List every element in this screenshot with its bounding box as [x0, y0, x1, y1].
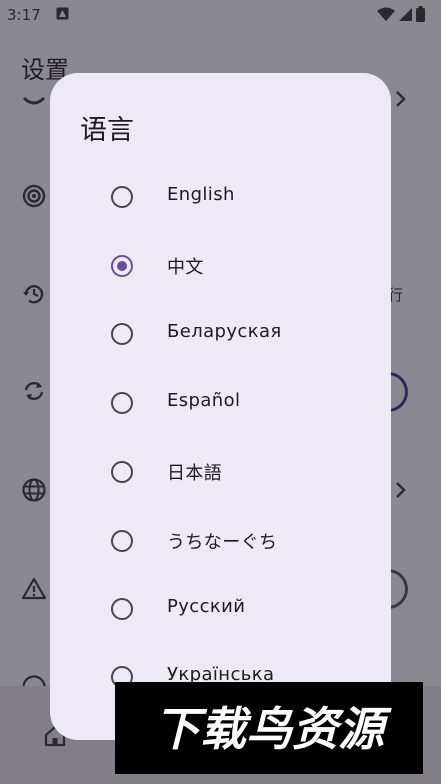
radio-button[interactable] [111, 598, 133, 620]
sync-icon[interactable] [21, 378, 47, 404]
history-icon[interactable] [21, 281, 47, 307]
language-option-label: English [167, 184, 235, 205]
watermark-text: 下载鸟资源 [154, 702, 392, 756]
warning-icon[interactable] [21, 576, 47, 602]
language-option-english[interactable]: English [50, 167, 391, 227]
language-option-label: Беларуская [167, 321, 282, 342]
settings-item-icon [22, 96, 46, 105]
wifi-icon [377, 7, 395, 21]
language-option-label: 日本語 [167, 463, 223, 484]
language-option-spanish[interactable]: Español [50, 373, 391, 433]
radio-button[interactable] [111, 461, 133, 483]
system-icons [377, 6, 425, 22]
language-option-russian[interactable]: Русский [50, 579, 391, 639]
language-option-label: Русский [167, 596, 246, 617]
radio-button[interactable] [111, 323, 133, 345]
radio-button[interactable] [111, 186, 133, 208]
watermark-logo: 下载鸟资源 [154, 702, 392, 756]
language-option-chinese[interactable]: 中文 [50, 236, 391, 296]
language-option-label: 中文 [167, 257, 204, 278]
podcast-icon[interactable] [21, 183, 47, 209]
globe-icon[interactable] [21, 477, 47, 503]
radio-button[interactable] [111, 392, 133, 414]
language-option-label: Español [167, 390, 241, 411]
dialog-title: 语言 [80, 115, 134, 146]
signal-icon [399, 7, 412, 21]
status-bar: 3:17 [0, 0, 441, 30]
status-time: 3:17 [7, 6, 41, 24]
notification-icon [56, 7, 69, 20]
language-option-okinawan[interactable]: うちなーぐち [50, 511, 391, 571]
language-option-belarusian[interactable]: Беларуская [50, 304, 391, 364]
chevron-right-icon [396, 482, 406, 498]
language-option-japanese[interactable]: 日本語 [50, 442, 391, 502]
battery-icon [416, 6, 425, 22]
radio-button-selected[interactable] [111, 255, 133, 277]
language-dialog: 语言 English 中文 Беларуская Español 日本語 うちな… [50, 73, 391, 740]
radio-button[interactable] [111, 530, 133, 552]
watermark: 下载鸟资源 [115, 682, 423, 774]
language-option-label: うちなーぐち [167, 532, 278, 553]
chevron-right-icon [396, 91, 406, 107]
